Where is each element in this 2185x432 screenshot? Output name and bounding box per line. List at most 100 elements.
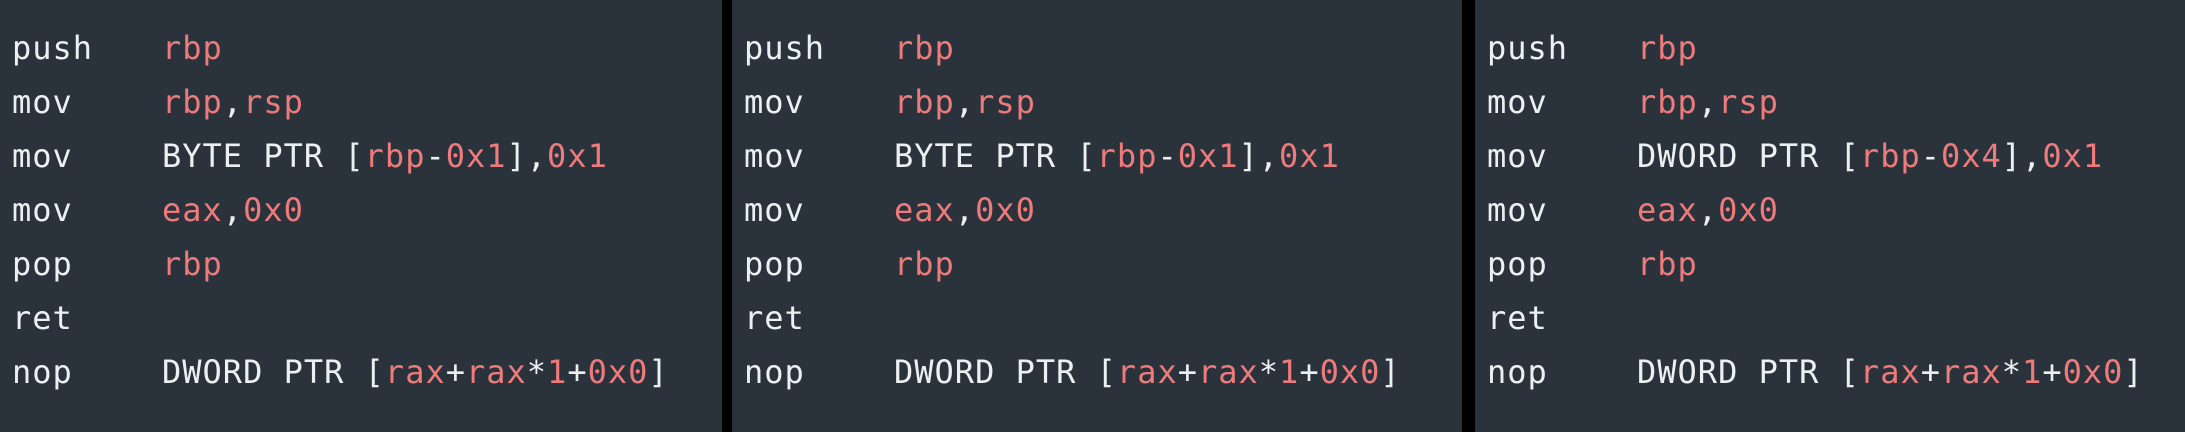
operand-token-highlight: rax: [1940, 353, 2002, 391]
operand-token-highlight: rsp: [975, 83, 1036, 121]
operand-token-highlight: rbp: [1637, 245, 1698, 283]
operand-token-highlight: rbp: [894, 245, 955, 283]
instruction-mnemonic: nop: [744, 353, 805, 391]
operand-token-plain: -: [1157, 137, 1178, 175]
operand-token-highlight: rbp: [162, 245, 223, 283]
disassembly-panel-2: push rbp mov rbp,rsp mov BYTE PTR [rbp-0x1],0…: [732, 0, 1462, 432]
operand-token-plain: *: [2001, 353, 2023, 391]
operand-token-highlight: 0x0: [243, 191, 304, 229]
operand-token-highlight: 0x1: [547, 137, 608, 175]
instruction-mnemonic: ret: [744, 299, 805, 337]
code-line: mov eax,0x0: [0, 183, 722, 237]
instruction-mnemonic: ret: [12, 299, 73, 337]
operand-token-plain: -: [1920, 137, 1941, 175]
operand-token-plain: +: [567, 353, 588, 391]
code-line: ret: [0, 291, 722, 345]
instruction-operands: rbp,rsp: [1637, 75, 1779, 129]
operand-token-highlight: 1: [547, 353, 568, 391]
instruction-operands: eax,0x0: [894, 183, 1036, 237]
instruction-mnemonic: mov: [744, 83, 805, 121]
instruction-operands: rbp: [1637, 237, 1698, 291]
instruction-operands: eax,0x0: [162, 183, 304, 237]
operand-token-highlight: rbp: [894, 29, 955, 67]
instruction-mnemonic: pop: [1487, 245, 1548, 283]
operand-token-plain: *: [526, 353, 548, 391]
operand-token-highlight: 0x0: [1319, 353, 1381, 391]
code-line: nop DWORD PTR [rax+rax*1+0x0]: [1475, 345, 2185, 399]
code-line: pop rbp: [732, 237, 1462, 291]
instruction-mnemonic: push: [1487, 29, 1569, 67]
operand-token-highlight: rax: [1197, 353, 1259, 391]
instruction-mnemonic: push: [744, 29, 826, 67]
operand-token-highlight: rax: [465, 353, 527, 391]
instruction-mnemonic: mov: [12, 191, 73, 229]
operand-token-plain: DWORD PTR [: [162, 353, 385, 391]
operand-token-plain: +: [1299, 353, 1320, 391]
code-line: push rbp: [0, 21, 722, 75]
operand-token-highlight: 0x1: [1279, 137, 1340, 175]
operand-token-plain: +: [1177, 353, 1198, 391]
operand-token-highlight: 0x0: [975, 191, 1036, 229]
operand-token-plain: +: [1920, 353, 1941, 391]
instruction-operands: rbp: [894, 237, 955, 291]
code-line: mov BYTE PTR [rbp-0x1],0x1: [732, 129, 1462, 183]
instruction-operands: rbp: [894, 21, 955, 75]
operand-token-plain: ,: [954, 191, 976, 229]
operand-token-plain: ]: [648, 353, 669, 391]
operand-token-highlight: 1: [2022, 353, 2043, 391]
operand-token-plain: BYTE PTR [: [894, 137, 1097, 175]
instruction-operands: rbp: [162, 21, 223, 75]
instruction-mnemonic: mov: [12, 83, 73, 121]
operand-token-plain: ]: [1380, 353, 1401, 391]
operand-token-highlight: rbp: [364, 137, 426, 175]
operand-token-plain: -: [425, 137, 446, 175]
operand-token-highlight: eax: [162, 191, 223, 229]
operand-token-highlight: 0x1: [1177, 137, 1239, 175]
code-line: pop rbp: [0, 237, 722, 291]
instruction-mnemonic: push: [12, 29, 94, 67]
operand-token-plain: +: [445, 353, 466, 391]
instruction-operands: DWORD PTR [rax+rax*1+0x0]: [1637, 345, 2144, 399]
instruction-operands: rbp,rsp: [894, 75, 1036, 129]
operand-token-highlight: 1: [1279, 353, 1300, 391]
disassembly-panel-1: push rbp mov rbp,rsp mov BYTE PTR [rbp-0x1],0…: [0, 0, 722, 432]
instruction-mnemonic: mov: [744, 191, 805, 229]
code-line: mov eax,0x0: [732, 183, 1462, 237]
instruction-operands: BYTE PTR [rbp-0x1],0x1: [162, 129, 608, 183]
instruction-operands: rbp: [162, 237, 223, 291]
instruction-mnemonic: mov: [12, 137, 73, 175]
operand-token-plain: +: [2042, 353, 2063, 391]
instruction-mnemonic: pop: [12, 245, 73, 283]
code-line: mov DWORD PTR [rbp-0x4],0x1: [1475, 129, 2185, 183]
disassembly-panel-3: push rbp mov rbp,rsp mov DWORD PTR [rbp-0x4],…: [1475, 0, 2185, 432]
code-line: push rbp: [732, 21, 1462, 75]
operand-token-plain: DWORD PTR [: [1637, 137, 1860, 175]
operand-token-highlight: rbp: [1859, 137, 1921, 175]
operand-token-plain: DWORD PTR [: [1637, 353, 1860, 391]
operand-token-plain: ],: [2001, 137, 2043, 175]
operand-token-plain: ,: [222, 83, 244, 121]
operand-token-highlight: 0x0: [1718, 191, 1779, 229]
instruction-mnemonic: mov: [1487, 191, 1548, 229]
operand-token-plain: ,: [954, 83, 976, 121]
operand-token-highlight: rbp: [162, 29, 223, 67]
operand-token-highlight: rbp: [1096, 137, 1158, 175]
instruction-mnemonic: mov: [744, 137, 805, 175]
operand-token-plain: ,: [1697, 191, 1719, 229]
operand-token-highlight: eax: [894, 191, 955, 229]
operand-token-highlight: rbp: [1637, 83, 1698, 121]
instruction-mnemonic: pop: [744, 245, 805, 283]
operand-token-highlight: rax: [1859, 353, 1921, 391]
operand-token-highlight: rbp: [162, 83, 223, 121]
operand-token-highlight: rbp: [1637, 29, 1698, 67]
operand-token-highlight: 0x1: [2042, 137, 2104, 175]
operand-token-highlight: rsp: [1718, 83, 1779, 121]
operand-token-plain: ]: [2123, 353, 2144, 391]
operand-token-highlight: rax: [384, 353, 446, 391]
instruction-operands: rbp,rsp: [162, 75, 304, 129]
code-line: pop rbp: [1475, 237, 2185, 291]
operand-token-highlight: 0x0: [2062, 353, 2124, 391]
operand-token-plain: BYTE PTR [: [162, 137, 365, 175]
operand-token-highlight: 0x1: [445, 137, 507, 175]
code-line: push rbp: [1475, 21, 2185, 75]
